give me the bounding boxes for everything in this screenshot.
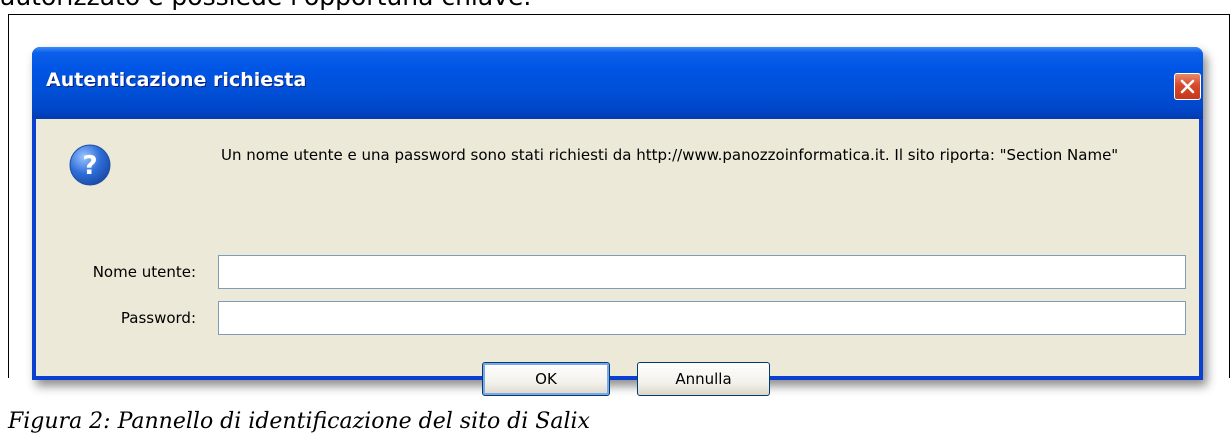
svg-text:?: ? — [82, 151, 97, 181]
dialog-title: Autenticazione richiesta — [46, 69, 307, 91]
password-input[interactable] — [218, 301, 1186, 335]
ok-button[interactable]: OK — [482, 362, 610, 396]
document-page: autorizzato e possiede l'opportuna chiav… — [0, 0, 1232, 441]
cancel-button[interactable]: Annulla — [637, 362, 770, 396]
username-label: Nome utente: — [92, 263, 196, 281]
auth-dialog: Autenticazione richiesta ? Un nome utent… — [32, 47, 1203, 396]
figure-caption: Figura 2: Pannello di identificazione de… — [8, 409, 590, 434]
username-input[interactable] — [218, 255, 1186, 289]
document-top-text: autorizzato e possiede l'opportuna chiav… — [0, 0, 531, 12]
dialog-message: Un nome utente e una password sono stati… — [221, 146, 1119, 164]
dialog-body: ? Un nome utente e una password sono sta… — [36, 119, 1199, 396]
password-label: Password: — [120, 309, 196, 327]
close-icon — [1180, 79, 1195, 94]
question-icon: ? — [69, 144, 111, 186]
close-button[interactable] — [1174, 73, 1201, 100]
dialog-titlebar: Autenticazione richiesta — [32, 47, 1203, 119]
